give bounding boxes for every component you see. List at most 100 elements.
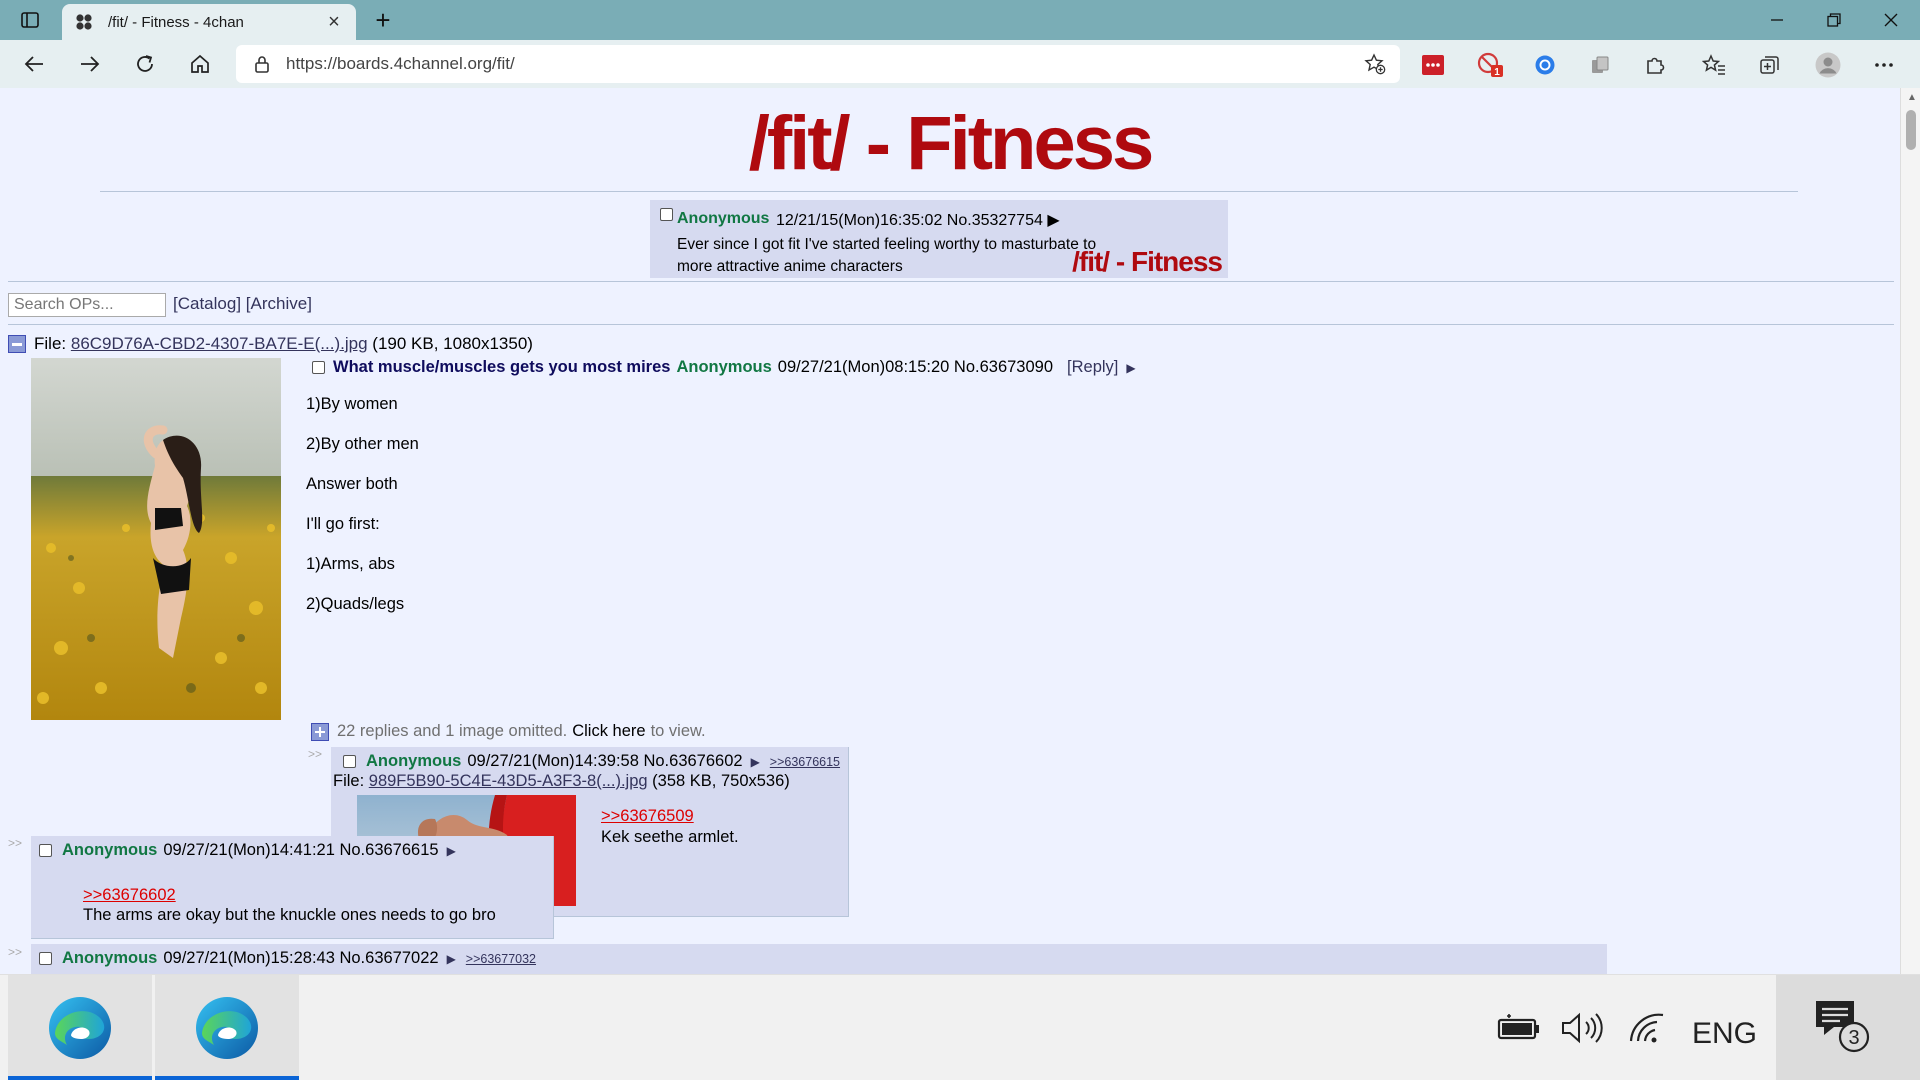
taskbar-edge-app[interactable] <box>8 975 152 1080</box>
tab-fit-fitness[interactable]: /fit/ - Fitness - 4chan × <box>62 4 356 40</box>
divider <box>8 281 1894 282</box>
reply-side-arrows: >> <box>8 836 23 850</box>
favorites-button[interactable] <box>1701 52 1727 78</box>
reply-poster-name: Anonymous <box>62 841 158 859</box>
svg-text:1: 1 <box>1494 67 1500 78</box>
op-line: Answer both <box>306 475 398 493</box>
reply-checkbox[interactable] <box>39 844 52 857</box>
reply-message: The arms are okay but the knuckle ones n… <box>83 906 496 924</box>
search-ops-input[interactable] <box>8 293 166 317</box>
new-tab-button[interactable]: + <box>368 5 398 35</box>
forward-arrow-icon <box>81 56 100 72</box>
edge-icon <box>196 997 258 1059</box>
volume-tray-button[interactable] <box>1558 1005 1606 1051</box>
backlink[interactable]: >>63676615 <box>770 755 840 769</box>
reply-side-arrows: >> <box>8 945 23 959</box>
reply-checkbox[interactable] <box>39 952 52 965</box>
op-file-size: (190 KB, 1080x1350) <box>372 334 533 353</box>
quote-link[interactable]: >>63676602 <box>83 886 176 905</box>
lastpass-extension[interactable] <box>1420 52 1446 78</box>
settings-menu-button[interactable] <box>1871 52 1897 78</box>
favorites-star-icon <box>1702 54 1725 75</box>
op-thumbnail-image[interactable] <box>31 358 281 720</box>
page-content: /fit/ - Fitness Anonymous 12/21/15(Mon)1… <box>0 88 1900 974</box>
address-bar[interactable]: https://boards.4channel.org/fit/ <box>236 45 1400 83</box>
restore-button[interactable] <box>1805 0 1863 40</box>
reply-post-meta[interactable]: 09/27/21(Mon)15:28:43 No.63677022 <box>163 949 438 968</box>
avatar-icon <box>1815 52 1841 78</box>
board-banner[interactable]: Anonymous 12/21/15(Mon)16:35:02 No.35327… <box>650 200 1228 278</box>
reply-file-size: (358 KB, 750x536) <box>652 772 790 790</box>
op-file-link[interactable]: 86C9D76A-CBD2-4307-BA7E-E(...).jpg <box>71 334 368 354</box>
reply-post-meta[interactable]: 09/27/21(Mon)14:41:21 No.63676615 <box>163 841 438 860</box>
close-window-button[interactable] <box>1862 0 1920 40</box>
reply-post: Anonymous 09/27/21(Mon)14:41:21 No.63676… <box>31 836 554 939</box>
reply-file-info: File: 989F5B90-5C4E-43D5-A3F3-8(...).jpg… <box>333 772 790 791</box>
op-poster-name: Anonymous <box>676 358 772 376</box>
op-checkbox[interactable] <box>312 361 325 374</box>
wifi-tray-button[interactable] <box>1624 1005 1670 1051</box>
page-scrollbar[interactable]: ▲ <box>1900 88 1920 974</box>
wifi-icon <box>1629 1013 1664 1043</box>
archive-link[interactable]: [Archive] <box>246 294 312 313</box>
board-title: /fit/ - Fitness <box>748 101 1155 186</box>
banner-post-meta: 12/21/15(Mon)16:35:02 No.35327754 ▶ <box>776 212 1060 229</box>
forward-button[interactable] <box>70 46 110 82</box>
quote-link[interactable]: >>63676509 <box>601 807 694 826</box>
reply-file-link[interactable]: 989F5B90-5C4E-43D5-A3F3-8(...).jpg <box>369 772 648 790</box>
catalog-link[interactable]: [Catalog] <box>173 294 241 313</box>
battery-tray-button[interactable] <box>1496 1005 1542 1051</box>
op-file-info: File: 86C9D76A-CBD2-4307-BA7E-E(...).jpg… <box>8 334 533 354</box>
taskbar-edge-app-2[interactable] <box>155 975 299 1080</box>
collections-button[interactable] <box>1757 52 1783 78</box>
reply-header: Anonymous 09/27/21(Mon)14:41:21 No.63676… <box>39 841 456 860</box>
banner-watermark: /fit/ - Fitness <box>1072 246 1223 277</box>
op-line: 1)Arms, abs <box>306 555 395 573</box>
add-favorite-icon[interactable] <box>1364 53 1386 75</box>
tab-close-button[interactable]: × <box>324 11 344 34</box>
click-here-link[interactable]: Click here <box>572 722 645 741</box>
reply-post-meta[interactable]: 09/27/21(Mon)14:39:58 No.63676602 <box>467 752 742 771</box>
back-button[interactable] <box>14 46 54 82</box>
input-language[interactable]: ENG <box>1692 1017 1757 1051</box>
notification-center-button[interactable]: 3 <box>1776 975 1920 1080</box>
volume-icon <box>1562 1012 1603 1044</box>
screen-recorder-extension[interactable] <box>1532 52 1558 78</box>
battery-icon <box>1497 1014 1539 1040</box>
reply-link[interactable]: [Reply] <box>1067 358 1118 377</box>
minimize-button[interactable] <box>1748 0 1806 40</box>
omitted-suffix: to view. <box>650 722 706 740</box>
active-indicator <box>155 1076 299 1080</box>
copy-extension[interactable] <box>1587 52 1613 78</box>
copy-icon <box>1592 56 1609 73</box>
reply-poster-name: Anonymous <box>366 752 462 770</box>
post-menu-arrow[interactable]: ▶ <box>1126 361 1135 375</box>
post-menu-arrow[interactable]: ▶ <box>751 755 760 769</box>
op-subject: What muscle/muscles gets you most mires <box>333 358 671 376</box>
tab-actions-button[interactable] <box>10 6 50 34</box>
omitted-text: 22 replies and 1 image omitted. <box>337 722 568 740</box>
op-line: 2)By other men <box>306 435 419 453</box>
backlink[interactable]: >>63677032 <box>466 952 536 966</box>
refresh-button[interactable] <box>125 46 165 82</box>
op-line: I'll go first: <box>306 515 380 533</box>
reply-checkbox[interactable] <box>343 755 356 768</box>
home-button[interactable] <box>180 46 220 82</box>
home-icon <box>191 54 209 73</box>
edge-icon <box>49 997 111 1059</box>
puzzle-icon <box>1647 57 1665 74</box>
post-menu-arrow[interactable]: ▶ <box>447 844 456 858</box>
extensions-button[interactable] <box>1642 52 1668 78</box>
scrollbar-thumb[interactable] <box>1906 110 1916 150</box>
post-menu-arrow[interactable]: ▶ <box>447 952 456 966</box>
expand-thread-button[interactable] <box>311 722 329 741</box>
adblock-extension[interactable]: 1 <box>1477 52 1503 78</box>
scroll-up-arrow-icon[interactable]: ▲ <box>1907 92 1917 103</box>
op-line: 2)Quads/legs <box>306 595 405 613</box>
more-dots-icon <box>1875 63 1893 67</box>
op-post-meta[interactable]: 09/27/21(Mon)08:15:20 No.63673090 <box>778 358 1053 377</box>
back-arrow-icon <box>24 56 43 72</box>
profile-button[interactable] <box>1815 52 1841 78</box>
reply-post: Anonymous 09/27/21(Mon)15:28:43 No.63677… <box>31 944 1607 974</box>
hide-thread-button[interactable] <box>8 335 26 353</box>
